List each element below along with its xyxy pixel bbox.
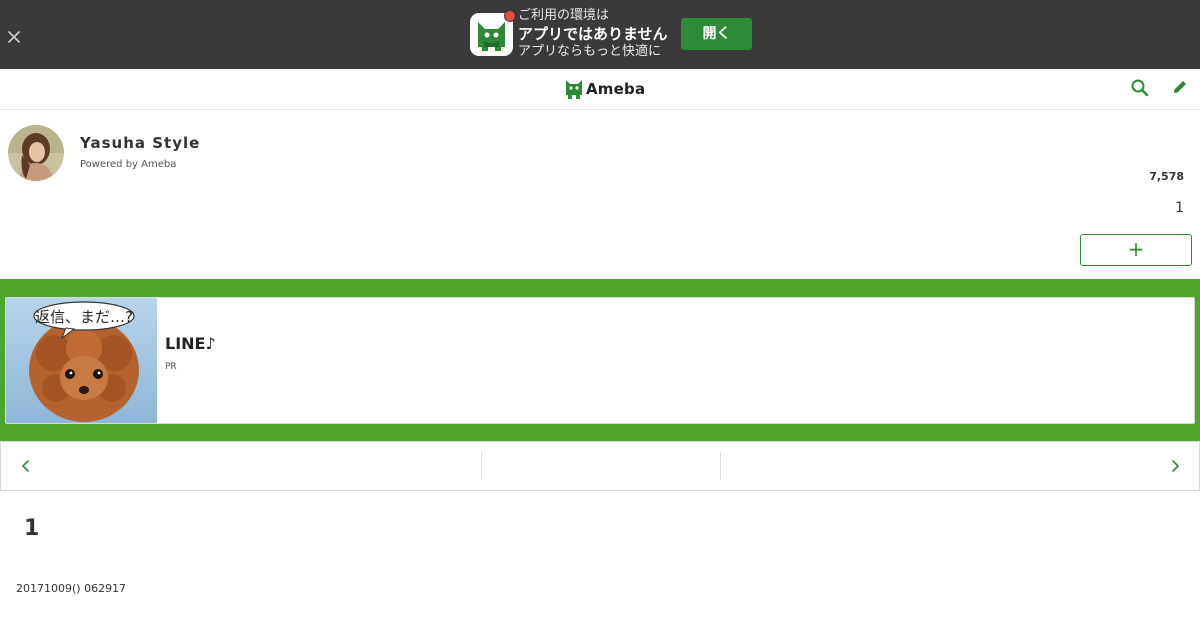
ranking-count: 1 [1175, 200, 1184, 216]
chevron-right-icon[interactable] [1167, 458, 1183, 474]
ad-band: 返信、まだ…? LINE♪ PR [0, 279, 1200, 441]
close-icon[interactable] [5, 28, 23, 46]
pager-divider [720, 452, 721, 480]
logo-text: Ameba [586, 80, 646, 98]
ad-bubble-text: 返信、まだ…? [35, 308, 133, 326]
banner-line3: アプリならもっと快適に [518, 44, 662, 59]
ad-title[interactable]: LINE♪ [165, 334, 216, 353]
chevron-left-icon[interactable] [18, 458, 34, 474]
ad-image[interactable]: 返信、まだ…? [6, 298, 157, 423]
banner-line2: アプリではありません [518, 25, 668, 43]
banner-text: ご利用の環境は アプリではありません アプリならもっと快適に [518, 7, 668, 60]
app-install-banner: ご利用の環境は アプリではありません アプリならもっと快適に 開く [0, 0, 1200, 69]
powered-by-text: Powered by Ameba [80, 159, 177, 170]
banner-line1: ご利用の環境は [518, 8, 610, 23]
search-icon[interactable] [1130, 78, 1150, 98]
article-pager [0, 441, 1200, 491]
article-title[interactable]: 1 [24, 516, 39, 541]
blog-title[interactable]: Yasuha Style [80, 134, 200, 152]
ameba-logo[interactable]: Ameba [565, 77, 645, 101]
pencil-icon[interactable] [1171, 78, 1189, 96]
follow-button[interactable]: + [1080, 234, 1192, 266]
site-header: Ameba [0, 69, 1200, 110]
open-app-button[interactable]: 開く [681, 18, 752, 50]
reader-count: 7,578 [1149, 170, 1184, 183]
avatar[interactable] [8, 125, 64, 181]
ameba-mascot-icon [566, 80, 582, 99]
notification-dot [504, 10, 516, 22]
ad-pr-label: PR [165, 362, 177, 372]
pager-divider [481, 452, 482, 480]
article-date: 20171009() 062917 [16, 582, 127, 595]
ad-card[interactable]: 返信、まだ…? LINE♪ PR [5, 297, 1195, 424]
